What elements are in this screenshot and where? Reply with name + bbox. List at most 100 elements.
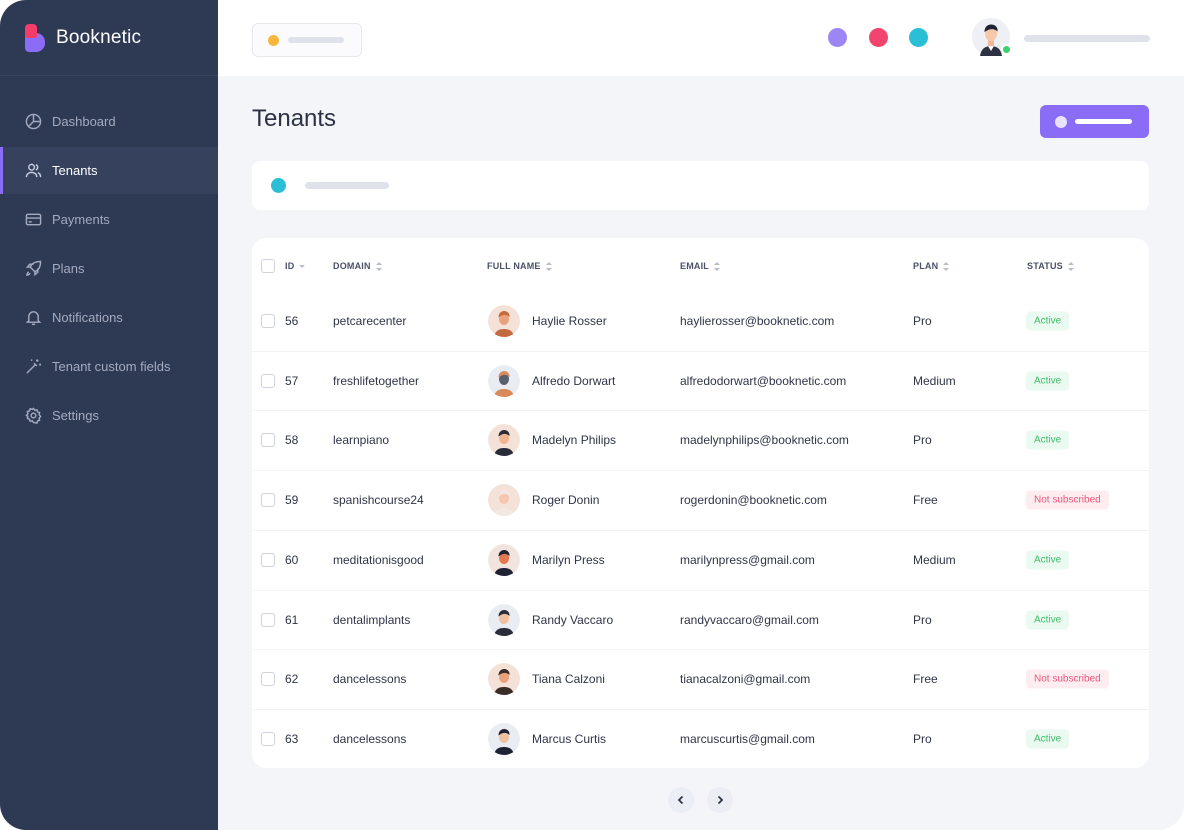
- tenant-domain[interactable]: spanishcourse24: [333, 493, 424, 507]
- tenant-domain[interactable]: freshlifetogether: [333, 374, 419, 388]
- topbar-cyan-dot[interactable]: [909, 28, 928, 47]
- table-row[interactable]: 58 learnpiano Madelyn Philips madelynphilip…: [252, 410, 1149, 470]
- chevron-left-icon: [677, 795, 684, 805]
- row-checkbox[interactable]: [261, 672, 275, 687]
- row-checkbox[interactable]: [261, 612, 275, 627]
- column-header-domain[interactable]: DOMAIN: [333, 261, 382, 271]
- sidebar-item-payments[interactable]: Payments: [0, 196, 218, 243]
- rocket-icon: [25, 260, 42, 277]
- table-row[interactable]: 59 spanishcourse24 Roger Donin rogerdonin@b…: [252, 470, 1149, 530]
- tenant-full-name: Randy Vaccaro: [532, 612, 614, 627]
- tenant-email: randyvaccaro@gmail.com: [680, 612, 819, 627]
- sidebar-item-label: Plans: [52, 261, 85, 276]
- tenant-avatar: [488, 722, 520, 755]
- tenant-full-name: Alfredo Dorwart: [532, 373, 616, 388]
- row-checkbox[interactable]: [261, 493, 275, 508]
- sidebar-nav: Dashboard Tenants Payments Plans Notific…: [0, 98, 218, 439]
- status-badge: Active: [1026, 610, 1070, 629]
- sidebar-item-label: Dashboard: [52, 114, 116, 129]
- row-checkbox[interactable]: [261, 373, 275, 388]
- next-page-button[interactable]: [707, 787, 733, 813]
- sidebar-item-label: Tenants: [52, 163, 98, 178]
- column-header-plan[interactable]: PLAN: [913, 261, 950, 271]
- table-row[interactable]: 60 meditationisgood Marilyn Press marilynpr…: [252, 529, 1149, 590]
- topbar-red-dot[interactable]: [869, 28, 888, 47]
- filter-skeleton: [305, 182, 389, 189]
- tenant-domain[interactable]: learnpiano: [333, 433, 389, 447]
- tenant-id: 57: [285, 373, 299, 388]
- username-skeleton: [1024, 35, 1150, 42]
- online-status-indicator: [1001, 44, 1012, 55]
- sidebar-item-notifications[interactable]: Notifications: [0, 294, 218, 341]
- row-checkbox[interactable]: [261, 731, 275, 746]
- table-row[interactable]: 63 dancelessons Marcus Curtis marcuscurtis@…: [252, 708, 1149, 769]
- sidebar-item-label: Tenant custom fields: [52, 359, 171, 374]
- button-label-skeleton: [1075, 119, 1132, 124]
- sidebar-item-plans[interactable]: Plans: [0, 245, 218, 292]
- topbar-purple-dot[interactable]: [828, 28, 847, 47]
- sidebar-item-tenant-custom-fields[interactable]: Tenant custom fields: [0, 343, 218, 390]
- tenant-email: haylierosser@booknetic.com: [680, 314, 835, 328]
- topbar: [218, 0, 1184, 76]
- status-badge: Active: [1026, 430, 1070, 450]
- tenant-full-name: Marilyn Press: [532, 552, 605, 567]
- column-header-status[interactable]: STATUS: [1027, 261, 1074, 271]
- status-badge: Active: [1026, 550, 1070, 570]
- user-avatar[interactable]: [972, 18, 1012, 56]
- add-tenant-button[interactable]: [1040, 105, 1149, 138]
- credit-card-icon: [25, 213, 42, 226]
- search-placeholder[interactable]: [252, 23, 362, 57]
- tenant-domain[interactable]: dentalimplants: [333, 613, 410, 627]
- prev-page-button[interactable]: [668, 787, 694, 813]
- column-header-id[interactable]: ID: [285, 261, 306, 271]
- tenant-id: 58: [285, 433, 299, 448]
- tenant-avatar: [488, 305, 520, 337]
- row-checkbox[interactable]: [261, 433, 275, 448]
- row-divider: [252, 649, 1149, 651]
- search-skeleton: [288, 37, 344, 43]
- chevron-right-icon: [717, 795, 724, 805]
- sidebar: Booknetic Dashboard Tenants Payments Pla…: [0, 0, 218, 830]
- row-checkbox[interactable]: [261, 552, 275, 567]
- tenant-email: tianacalzoni@gmail.com: [680, 672, 811, 687]
- select-all-checkbox[interactable]: [261, 259, 275, 273]
- status-badge: Active: [1026, 311, 1070, 331]
- column-header-full-name[interactable]: FULL NAME: [487, 261, 552, 271]
- tenant-domain[interactable]: dancelessons: [333, 732, 406, 746]
- sidebar-item-dashboard[interactable]: Dashboard: [0, 98, 218, 145]
- table-row[interactable]: 62 dancelessons Tiana Calzoni tianacalzoni@…: [252, 649, 1149, 709]
- brand-name: Booknetic: [56, 26, 142, 48]
- tenant-email: madelynphilips@booknetic.com: [680, 433, 849, 448]
- tenant-avatar: [488, 424, 520, 457]
- status-badge: Active: [1026, 371, 1070, 391]
- table-row[interactable]: 57 freshlifetogether Alfredo Dorwart alfred…: [252, 350, 1149, 411]
- tenant-plan: Medium: [913, 373, 956, 388]
- sidebar-item-tenants[interactable]: Tenants: [0, 147, 218, 194]
- row-divider: [252, 410, 1149, 412]
- magic-wand-icon: [26, 359, 42, 374]
- page-title: Tenants: [252, 105, 337, 132]
- row-divider: [252, 470, 1149, 472]
- tenant-id: 63: [285, 731, 299, 746]
- table-row[interactable]: 61 dentalimplants Randy Vaccaro randyvaccar…: [252, 589, 1149, 650]
- bell-icon: [25, 311, 42, 326]
- tenant-id: 62: [285, 672, 299, 687]
- tenant-id: 61: [285, 612, 299, 627]
- tenant-avatar: [488, 603, 520, 636]
- tenant-domain[interactable]: petcarecenter: [333, 314, 406, 328]
- brand[interactable]: Booknetic: [0, 0, 218, 76]
- tenant-full-name: Tiana Calzoni: [532, 672, 605, 687]
- sidebar-item-settings[interactable]: Settings: [0, 392, 218, 439]
- tenant-plan: Pro: [913, 433, 932, 448]
- filter-bar[interactable]: [252, 161, 1149, 210]
- column-header-email[interactable]: EMAIL: [680, 261, 720, 271]
- tenant-domain[interactable]: dancelessons: [333, 672, 406, 686]
- row-divider: [252, 350, 1149, 352]
- table-row[interactable]: 56 petcarecenter Haylie Rosser haylierosser…: [252, 291, 1149, 351]
- tenant-full-name: Haylie Rosser: [532, 314, 607, 328]
- users-icon: [25, 163, 42, 178]
- tenants-table: ID DOMAIN FULL NAME EMAIL PLAN STATUS 56…: [252, 238, 1149, 768]
- tenant-plan: Free: [913, 493, 938, 508]
- tenant-domain[interactable]: meditationisgood: [333, 553, 424, 567]
- row-checkbox[interactable]: [261, 314, 275, 328]
